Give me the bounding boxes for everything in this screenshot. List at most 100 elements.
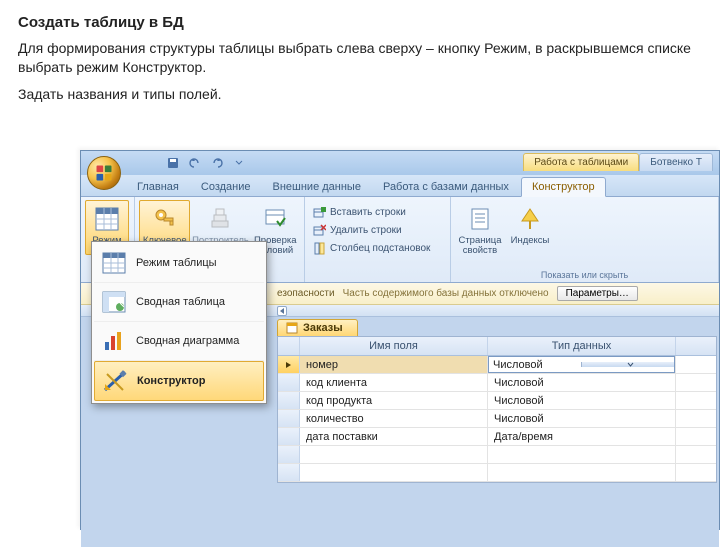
- office-orb-button[interactable]: [87, 156, 121, 190]
- menu-datasheet-view[interactable]: Режим таблицы: [94, 244, 264, 283]
- data-type-combo[interactable]: Числовой: [488, 356, 675, 373]
- object-tab-label: Заказы: [303, 322, 343, 334]
- datasheet-icon: [102, 252, 126, 274]
- indexes-icon: [518, 207, 542, 231]
- grid-row: код клиента Числовой: [278, 374, 716, 392]
- tab-create[interactable]: Создание: [191, 178, 261, 196]
- column-header-fieldname[interactable]: Имя поля: [300, 337, 488, 355]
- data-type-cell[interactable]: Числовой: [488, 356, 676, 373]
- field-name-cell[interactable]: код продукта: [300, 392, 488, 409]
- tab-home[interactable]: Главная: [127, 178, 189, 196]
- grid-row-empty: [278, 446, 716, 464]
- qat-undo-button[interactable]: [187, 155, 203, 171]
- office-logo-icon: [94, 163, 114, 183]
- row-selector[interactable]: [278, 446, 300, 463]
- delete-rows-button[interactable]: Удалить строки: [309, 222, 433, 238]
- row-selector[interactable]: [278, 356, 300, 373]
- data-type-value: Числовой: [489, 359, 581, 371]
- undo-icon: [189, 157, 201, 169]
- grid-row: код продукта Числовой: [278, 392, 716, 410]
- lookup-column-label: Столбец подстановок: [330, 243, 430, 254]
- row-selector[interactable]: [278, 410, 300, 427]
- property-sheet-icon: [468, 207, 492, 231]
- row-selector[interactable]: [278, 464, 300, 481]
- data-type-cell[interactable]: Дата/время: [488, 428, 676, 445]
- field-name-cell[interactable]: дата поставки: [300, 428, 488, 445]
- ribbon-tabstrip: Главная Создание Внешние данные Работа с…: [81, 175, 719, 197]
- qat-redo-button[interactable]: [209, 155, 225, 171]
- field-name-cell[interactable]: количество: [300, 410, 488, 427]
- data-type-cell[interactable]: [488, 464, 676, 481]
- menu-design-view[interactable]: Конструктор: [94, 361, 264, 401]
- lookup-column-button[interactable]: Столбец подстановок: [309, 240, 433, 256]
- menu-pivot-chart[interactable]: Сводная диаграмма: [94, 322, 264, 361]
- menu-label: Конструктор: [137, 375, 205, 387]
- qat-save-button[interactable]: [165, 155, 181, 171]
- field-name-cell[interactable]: номер: [300, 356, 488, 373]
- security-message: Часть содержимого базы данных отключено: [343, 288, 549, 299]
- validation-icon: [263, 207, 287, 231]
- object-tab-orders[interactable]: Заказы: [277, 319, 358, 336]
- grid-row-empty: [278, 464, 716, 482]
- lookup-icon: [313, 242, 326, 255]
- menu-label: Сводная таблица: [136, 296, 225, 308]
- pivot-chart-icon: [102, 330, 126, 352]
- field-name-cell[interactable]: [300, 464, 488, 481]
- tab-external-data[interactable]: Внешние данные: [263, 178, 371, 196]
- datasheet-view-icon: [94, 206, 120, 232]
- titlebar: Работа с таблицами Ботвенко Т: [81, 151, 719, 175]
- data-type-cell[interactable]: [488, 446, 676, 463]
- design-view-icon: [103, 370, 127, 392]
- redo-icon: [211, 157, 223, 169]
- row-selector-header[interactable]: [278, 337, 300, 355]
- insert-rows-label: Вставить строки: [330, 207, 406, 218]
- group-label-rows: [309, 269, 446, 281]
- doc-para-2: Задать названия и типы полей.: [18, 85, 702, 104]
- menu-pivot-table[interactable]: Сводная таблица: [94, 283, 264, 322]
- row-selector[interactable]: [278, 392, 300, 409]
- pivot-table-icon: [102, 291, 126, 313]
- context-tab-table-tools: Работа с таблицами: [523, 153, 639, 171]
- data-type-cell[interactable]: Числовой: [488, 392, 676, 409]
- doc-para-1: Для формирования структуры таблицы выбра…: [18, 39, 702, 77]
- builder-icon: [208, 207, 232, 231]
- menu-label: Режим таблицы: [136, 257, 217, 269]
- view-mode-menu: Режим таблицы Сводная таблица Сводная ди…: [91, 241, 267, 404]
- access-window: Работа с таблицами Ботвенко Т Главная Со…: [80, 150, 720, 530]
- tab-design[interactable]: Конструктор: [521, 177, 606, 197]
- chevron-down-icon: [235, 159, 243, 167]
- insert-row-icon: [313, 206, 326, 219]
- grid-row: количество Числовой: [278, 410, 716, 428]
- context-tab-author: Ботвенко Т: [639, 153, 713, 171]
- security-options-button[interactable]: Параметры…: [557, 286, 638, 301]
- qat-dropdown[interactable]: [231, 155, 247, 171]
- grid-row: номер Числовой: [278, 356, 716, 374]
- insert-rows-button[interactable]: Вставить строки: [309, 204, 433, 220]
- indexes-button[interactable]: Индексы: [507, 200, 553, 250]
- group-showhide: Страница свойств Индексы Показать или ск…: [451, 197, 719, 282]
- property-sheet-label: Страница свойств: [458, 236, 502, 257]
- tab-database-tools[interactable]: Работа с базами данных: [373, 178, 519, 196]
- design-grid: Имя поля Тип данных номер Числовой код к…: [277, 336, 717, 483]
- delete-rows-label: Удалить строки: [330, 225, 402, 236]
- field-name-cell[interactable]: [300, 446, 488, 463]
- row-arrow-icon: [285, 361, 293, 369]
- row-selector[interactable]: [278, 374, 300, 391]
- group-rows: Вставить строки Удалить строки Столбец п…: [305, 197, 451, 282]
- navpane-toggle[interactable]: [277, 306, 287, 316]
- combo-dropdown[interactable]: [581, 362, 674, 367]
- field-name-cell[interactable]: код клиента: [300, 374, 488, 391]
- property-sheet-button[interactable]: Страница свойств: [455, 200, 505, 261]
- table-icon: [286, 322, 298, 334]
- group-label-showhide: Показать или скрыть: [455, 269, 714, 281]
- save-icon: [167, 157, 179, 169]
- data-type-cell[interactable]: Числовой: [488, 374, 676, 391]
- data-type-cell[interactable]: Числовой: [488, 410, 676, 427]
- chevron-down-icon: [627, 362, 634, 367]
- chevron-left-icon: [279, 308, 285, 314]
- security-title: езопасности: [277, 288, 335, 299]
- row-selector[interactable]: [278, 428, 300, 445]
- doc-heading: Создать таблицу в БД: [18, 14, 702, 31]
- grid-row: дата поставки Дата/время: [278, 428, 716, 446]
- column-header-datatype[interactable]: Тип данных: [488, 337, 676, 355]
